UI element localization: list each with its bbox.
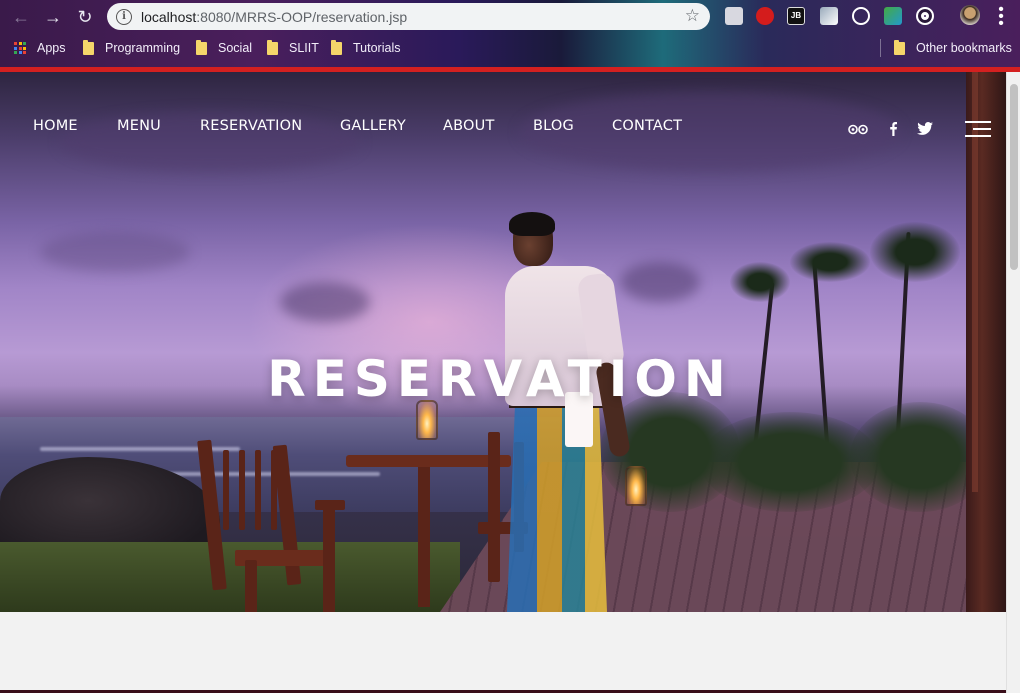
menu-icon[interactable]: • • • [994, 2, 1008, 32]
address-bar[interactable]: i localhost:8080/MRRS-OOP/reservation.js… [107, 3, 710, 30]
bookmark-sliit[interactable]: SLIIT [267, 39, 319, 57]
nav-menu[interactable]: MENU [117, 118, 161, 134]
bookmarks-bar: Apps Programming Social SLIIT Tutorials … [0, 34, 1020, 62]
bookmark-label: Programming [105, 41, 181, 55]
table-leg [418, 467, 430, 607]
bookmark-label: SLIIT [289, 41, 319, 55]
bookmark-label: Apps [37, 41, 66, 55]
reload-icon[interactable]: ↻ [74, 6, 96, 28]
nav-gallery[interactable]: GALLERY [340, 118, 406, 134]
bookmark-programming[interactable]: Programming [83, 39, 180, 57]
page-title: RESERVATION [267, 350, 733, 408]
forward-icon[interactable]: → [42, 6, 64, 28]
jb-extension-icon[interactable]: JB [787, 7, 805, 25]
folder-icon [331, 39, 342, 55]
wappalyzer-extension-icon[interactable] [884, 7, 902, 25]
bookmark-label: Social [218, 41, 253, 55]
bookmark-label: Other bookmarks [916, 41, 1012, 55]
folder-icon [196, 39, 207, 55]
bookmark-label: Tutorials [353, 41, 401, 55]
target-extension-icon[interactable] [916, 7, 934, 25]
cube-extension-icon[interactable] [725, 7, 743, 25]
back-icon[interactable]: ← [10, 6, 32, 28]
nav-contact[interactable]: CONTACT [612, 118, 682, 134]
twitter-icon[interactable] [917, 122, 933, 135]
hamburger-menu-icon[interactable] [965, 121, 991, 137]
star-icon[interactable]: ☆ [685, 6, 700, 26]
folder-icon [83, 39, 94, 55]
nav-reservation[interactable]: RESERVATION [200, 118, 302, 134]
info-icon[interactable]: i [116, 8, 132, 25]
page-scrollbar[interactable] [1006, 72, 1020, 693]
hero-image: RESERVATION [0, 72, 1006, 612]
browser-toolbar: ← → ↻ i localhost:8080/MRRS-OOP/reservat… [0, 0, 1020, 34]
url-text[interactable]: localhost:8080/MRRS-OOP/reservation.jsp [141, 9, 407, 25]
cloud [280, 282, 370, 322]
profile-avatar[interactable] [960, 5, 980, 25]
folder-icon [267, 39, 278, 55]
url-path: :8080/MRRS-OOP/reservation.jsp [196, 8, 408, 25]
waiter-figure [495, 212, 645, 612]
nav-home[interactable]: HOME [33, 118, 78, 134]
nav-about[interactable]: ABOUT [443, 118, 495, 134]
bookmark-tutorials[interactable]: Tutorials [331, 39, 400, 57]
react-extension-icon[interactable] [852, 7, 870, 25]
nav-blog[interactable]: BLOG [533, 118, 574, 134]
facebook-icon[interactable] [888, 121, 898, 136]
bookmark-apps[interactable]: Apps [14, 39, 66, 57]
tripadvisor-icon[interactable] [848, 123, 868, 135]
scrollbar-thumb[interactable] [1010, 84, 1018, 270]
folder-icon [894, 39, 905, 55]
bookmarks-divider [880, 39, 881, 57]
wooden-chair [197, 439, 345, 612]
tools-extension-icon[interactable] [820, 7, 838, 25]
cloud [40, 232, 190, 272]
url-host: localhost [141, 8, 197, 25]
bookmark-other[interactable]: Other bookmarks [894, 39, 1012, 57]
apps-grid-icon [14, 42, 26, 54]
bookmark-social[interactable]: Social [196, 39, 252, 57]
adblock-extension-icon[interactable] [756, 7, 774, 25]
